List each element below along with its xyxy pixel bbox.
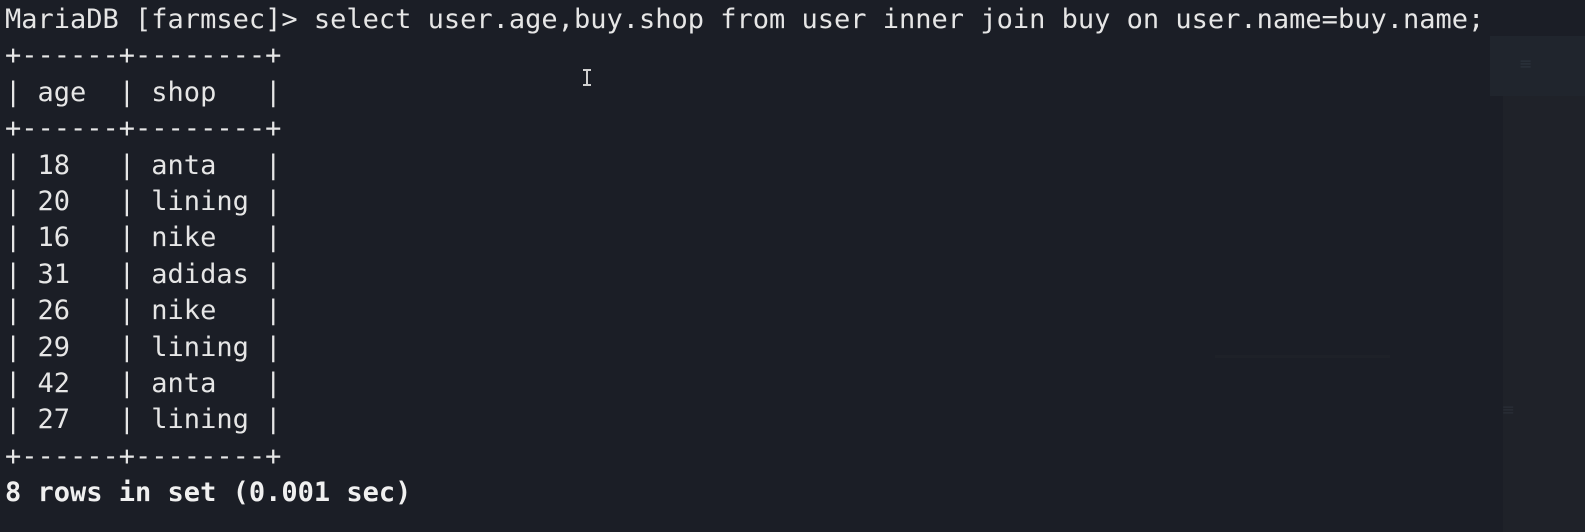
table-border-header: +------+--------+ [5,113,282,145]
table-row: | 26 | nike | [5,295,282,327]
list-icon: ≡ [1501,400,1515,419]
terminal-output: MariaDB [farmsec]> select user.age,buy.s… [5,2,1484,511]
result-summary: 8 rows in set (0.001 sec) [5,477,412,509]
table-row: | 18 | anta | [5,149,282,181]
table-border-top: +------+--------+ [5,40,282,72]
text-cursor-icon [582,69,592,86]
table-row: | 16 | nike | [5,222,282,254]
table-row: | 29 | lining | [5,331,282,363]
command-line: MariaDB [farmsec]> select user.age,buy.s… [5,4,1485,35]
table-header-row: | age | shop | [5,76,282,108]
table-border-bottom: +------+--------+ [5,440,282,472]
table-row: | 27 | lining | [5,404,282,436]
background-block [1490,36,1585,96]
menu-icon: ≡ [1519,54,1533,73]
table-row: | 31 | adidas | [5,258,282,290]
terminal-window[interactable]: ≡ ≡ MariaDB [farmsec]> select user.age,b… [0,0,1585,532]
table-row: | 42 | anta | [5,367,282,399]
background-panel [1503,36,1585,532]
table-row: | 20 | lining | [5,185,282,217]
